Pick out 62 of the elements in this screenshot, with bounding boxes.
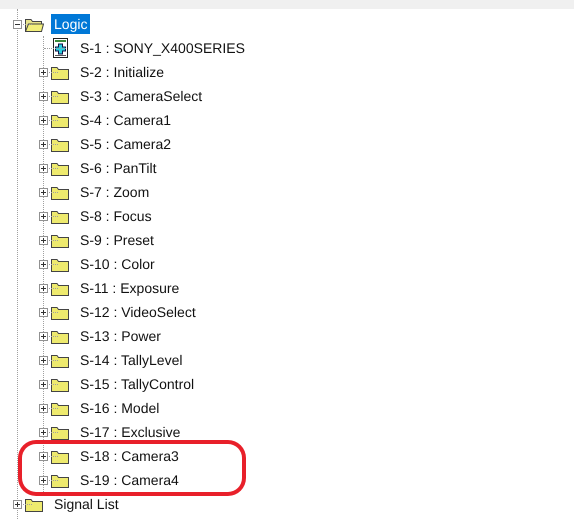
expander-toggle[interactable]: [39, 92, 48, 100]
tree-item[interactable]: S-17 : Exclusive: [77, 422, 184, 442]
device-icon: [51, 38, 70, 58]
tree-item[interactable]: S-15 : TallyControl: [77, 374, 198, 394]
tree-item[interactable]: S-11 : Exposure: [77, 278, 182, 298]
expander-toggle[interactable]: [39, 260, 48, 268]
folder-icon: [51, 136, 70, 152]
tree-item[interactable]: S-16 : Model: [77, 398, 162, 418]
expander-toggle[interactable]: [13, 20, 22, 28]
folder-icon: [51, 352, 70, 368]
tree-item[interactable]: Signal List: [51, 494, 122, 514]
open-folder-icon: [25, 16, 44, 32]
expander-toggle[interactable]: [39, 452, 48, 460]
expander-toggle[interactable]: [39, 236, 48, 244]
tree-item[interactable]: S-12 : VideoSelect: [77, 302, 199, 322]
expander-toggle[interactable]: [39, 356, 48, 364]
expander-toggle[interactable]: [39, 284, 48, 292]
tree-item[interactable]: S-18 : Camera3: [77, 446, 182, 466]
tree-item[interactable]: S-2 : Initialize: [77, 62, 168, 82]
tree-item[interactable]: S-9 : Preset: [77, 230, 157, 250]
folder-icon: [51, 160, 70, 176]
expander-toggle[interactable]: [39, 404, 48, 412]
tree-item[interactable]: S-1 : SONY_X400SERIES: [77, 38, 248, 58]
expander-toggle[interactable]: [39, 116, 48, 124]
expander-toggle[interactable]: [13, 500, 22, 508]
folder-icon: [51, 424, 70, 440]
folder-icon: [51, 184, 70, 200]
tree-item[interactable]: S-7 : Zoom: [77, 182, 152, 202]
expander-toggle[interactable]: [39, 332, 48, 340]
folder-icon: [51, 256, 70, 272]
tree-item[interactable]: S-5 : Camera2: [77, 134, 174, 154]
folder-icon: [51, 64, 70, 80]
folder-icon: [51, 208, 70, 224]
tree-item[interactable]: S-19 : Camera4: [77, 470, 182, 490]
folder-icon: [51, 376, 70, 392]
expander-toggle[interactable]: [39, 140, 48, 148]
folder-icon: [51, 448, 70, 464]
folder-icon: [51, 328, 70, 344]
expander-toggle[interactable]: [39, 308, 48, 316]
tree-item[interactable]: S-14 : TallyLevel: [77, 350, 186, 370]
folder-icon: [25, 496, 44, 512]
tree-item[interactable]: S-8 : Focus: [77, 206, 155, 226]
folder-icon: [51, 304, 70, 320]
expander-toggle[interactable]: [39, 68, 48, 76]
tree-item[interactable]: S-4 : Camera1: [77, 110, 174, 130]
tree-item[interactable]: S-6 : PanTilt: [77, 158, 160, 178]
folder-icon: [51, 88, 70, 104]
folder-icon: [51, 280, 70, 296]
expander-toggle[interactable]: [39, 164, 48, 172]
folder-icon: [51, 472, 70, 488]
expander-toggle[interactable]: [39, 188, 48, 196]
expander-toggle[interactable]: [39, 380, 48, 388]
folder-icon: [51, 112, 70, 128]
tree-item[interactable]: S-10 : Color: [77, 254, 158, 274]
tree-item[interactable]: Logic: [51, 14, 90, 34]
expander-toggle[interactable]: [39, 476, 48, 484]
expander-toggle[interactable]: [39, 428, 48, 436]
tree-item[interactable]: S-3 : CameraSelect: [77, 86, 206, 106]
expander-toggle[interactable]: [39, 212, 48, 220]
folder-icon: [51, 232, 70, 248]
tree-item[interactable]: S-13 : Power: [77, 326, 164, 346]
folder-icon: [51, 400, 70, 416]
